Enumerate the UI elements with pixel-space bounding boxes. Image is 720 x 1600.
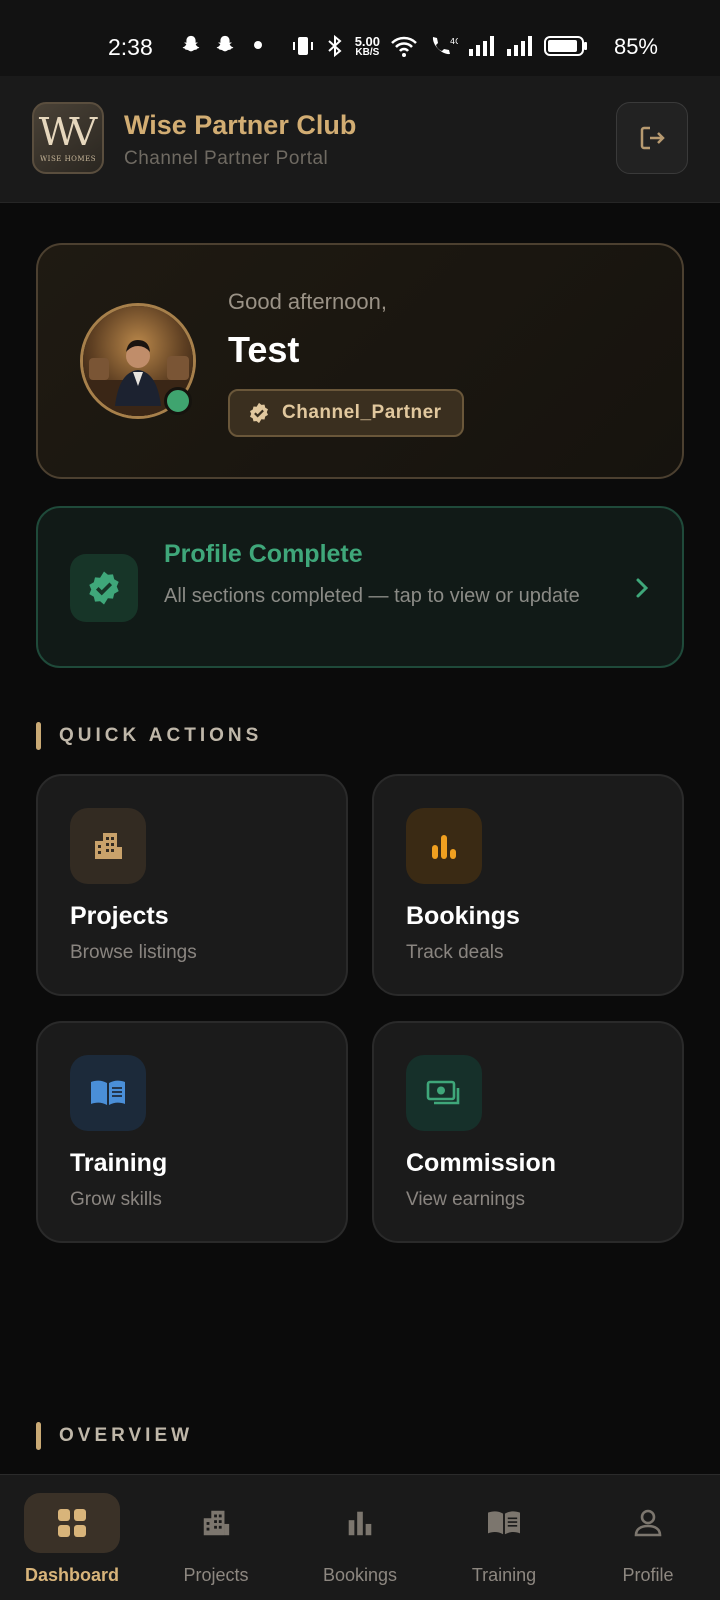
user-name: Test — [228, 329, 300, 370]
profile-status-description: All sections completed — tap to view or … — [164, 585, 580, 607]
system-icons: 5.00 KB/S 4G — [291, 34, 588, 58]
bar-chart-icon — [348, 1511, 372, 1536]
nav-label: Projects — [183, 1565, 249, 1585]
book-icon — [488, 1511, 520, 1535]
volte-call-icon: 4G — [432, 37, 458, 55]
signal-icon — [507, 36, 532, 56]
greeting-text: Good afternoon, — [228, 289, 388, 314]
notification-icons — [180, 34, 268, 56]
quick-action-projects[interactable]: Projects Browse listings — [36, 774, 348, 996]
signal-icon — [469, 36, 494, 56]
building-icon — [95, 833, 122, 859]
quick-action-icon-wrap — [406, 1055, 482, 1131]
verified-badge-icon — [250, 402, 268, 424]
logo-mark-icon: WV — [38, 110, 97, 154]
status-time: 2:38 — [108, 34, 153, 60]
dot-icon — [254, 41, 262, 49]
logout-button[interactable] — [616, 102, 688, 174]
app-subtitle: Channel Partner Portal — [124, 148, 329, 169]
quick-action-title: Training — [70, 1149, 168, 1177]
snapchat-icon — [182, 35, 200, 52]
snapchat-icon — [216, 35, 234, 52]
battery-icon — [544, 36, 587, 56]
grid-icon — [58, 1509, 86, 1537]
nav-pill — [168, 1493, 264, 1553]
app-title: Wise Partner Club — [124, 110, 357, 140]
nav-pill — [456, 1493, 552, 1553]
section-title: OVERVIEW — [59, 1425, 194, 1446]
building-icon — [203, 1510, 230, 1536]
wifi-icon — [391, 36, 417, 57]
nav-item-profile[interactable]: Profile — [576, 1475, 720, 1600]
nav-label: Training — [471, 1565, 537, 1585]
nav-pill — [600, 1493, 696, 1553]
quick-actions-heading: QUICK ACTIONS — [36, 722, 262, 750]
nav-pill — [312, 1493, 408, 1553]
section-title: QUICK ACTIONS — [59, 725, 263, 746]
nav-label: Dashboard — [24, 1565, 120, 1585]
greeting-card: Good afternoon, Test Channel_Partner — [36, 243, 684, 479]
chevron-right-icon — [636, 578, 649, 598]
quick-action-icon-wrap — [406, 808, 482, 884]
status-bar: 2:38 5.00 KB/S 4G 85% — [0, 0, 720, 76]
online-status-dot — [164, 387, 192, 415]
verified-badge-icon — [89, 571, 119, 605]
nav-label: Bookings — [322, 1565, 398, 1585]
quick-action-subtitle: Browse listings — [70, 942, 197, 963]
quick-action-subtitle: Track deals — [406, 942, 504, 963]
role-label: Channel_Partner — [282, 402, 442, 423]
nav-item-projects[interactable]: Projects — [144, 1475, 288, 1600]
overview-heading: OVERVIEW — [36, 1422, 193, 1450]
role-badge: Channel_Partner — [228, 389, 464, 437]
nav-item-training[interactable]: Training — [432, 1475, 576, 1600]
app-logo: WV WISE HOMES — [32, 102, 104, 174]
app-header: WV WISE HOMES Wise Partner Club Channel … — [0, 76, 720, 203]
network-speed: 5.00 KB/S — [354, 33, 380, 58]
profile-status-title: Profile Complete — [164, 540, 363, 568]
profile-status-icon-wrap — [70, 554, 138, 622]
section-accent-bar — [36, 1422, 41, 1450]
quick-action-icon-wrap — [70, 1055, 146, 1131]
quick-action-subtitle: View earnings — [406, 1189, 526, 1210]
battery-percent: 85% — [613, 34, 658, 59]
money-icon — [426, 1080, 460, 1105]
logo-text: WISE HOMES — [39, 155, 96, 163]
logout-icon — [640, 126, 665, 150]
quick-action-title: Bookings — [406, 902, 520, 930]
quick-action-training[interactable]: Training Grow skills — [36, 1021, 348, 1243]
vibrate-icon — [292, 37, 313, 55]
quick-action-title: Projects — [70, 902, 169, 930]
nav-item-dashboard[interactable]: Dashboard — [0, 1475, 144, 1600]
bottom-nav: Dashboard Projects Bookings Training Pro… — [0, 1474, 720, 1600]
nav-pill — [24, 1493, 120, 1553]
profile-complete-card[interactable]: Profile Complete All sections completed … — [36, 506, 684, 668]
nav-label: Profile — [622, 1565, 674, 1585]
quick-action-icon-wrap — [70, 808, 146, 884]
quick-action-commission[interactable]: Commission View earnings — [372, 1021, 684, 1243]
person-icon — [634, 1509, 662, 1537]
bar-chart-icon — [432, 835, 456, 859]
nav-item-bookings[interactable]: Bookings — [288, 1475, 432, 1600]
bluetooth-icon — [328, 34, 342, 58]
quick-action-title: Commission — [406, 1149, 557, 1177]
book-icon — [91, 1080, 125, 1105]
svg-text:4G: 4G — [450, 37, 458, 46]
quick-action-bookings[interactable]: Bookings Track deals — [372, 774, 684, 996]
quick-action-subtitle: Grow skills — [70, 1189, 162, 1210]
section-accent-bar — [36, 722, 41, 750]
